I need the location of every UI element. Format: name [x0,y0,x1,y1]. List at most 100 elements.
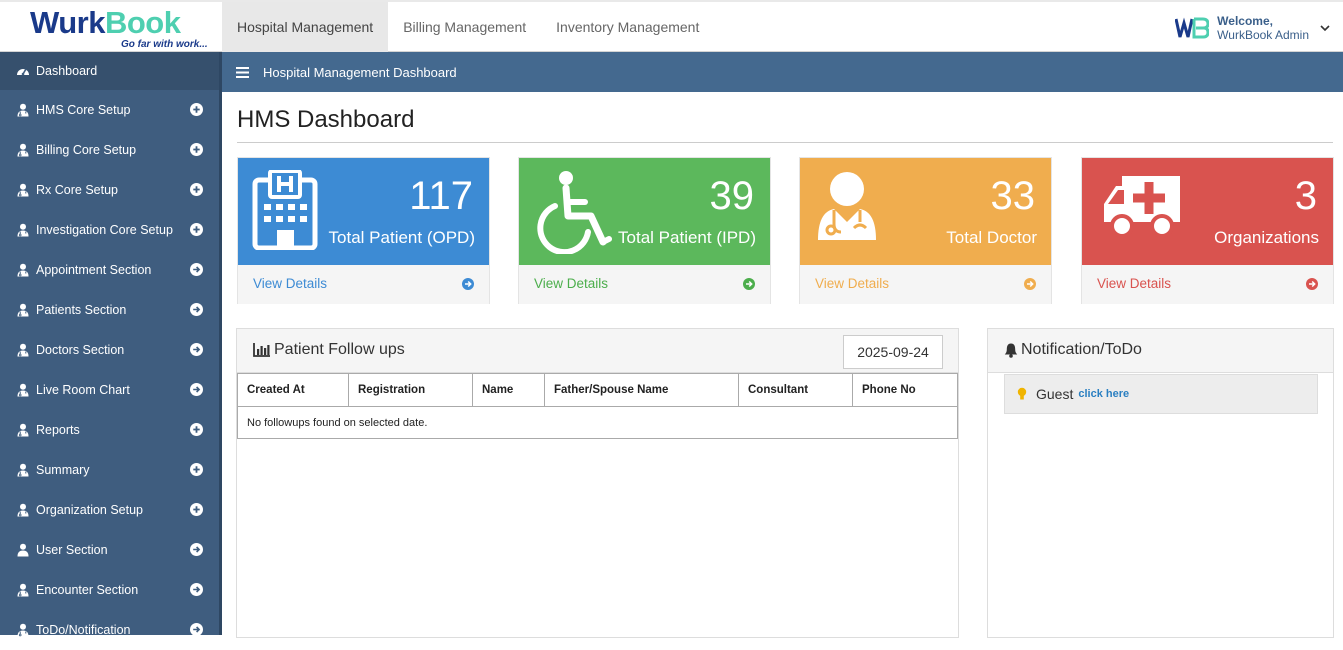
user-name: WurkBook Admin [1217,28,1309,42]
notification-header: Notification/ToDo [988,329,1333,373]
ipd-label: Total Patient (IPD) [618,228,756,247]
sidebar-item-dashboard[interactable]: Dashboard [0,52,219,90]
user-md-icon [17,223,29,237]
plus-circle-icon[interactable] [190,223,203,236]
col-consultant[interactable]: Consultant [738,373,853,407]
sidebar-item-summary[interactable]: Summary [0,450,219,490]
plus-circle-icon[interactable] [190,143,203,156]
click-here-link[interactable]: click here [1078,388,1129,400]
view-details-link[interactable]: View Details [253,276,327,291]
card-organizations: 3 Organizations View Details [1081,157,1334,304]
sidebar-item-label: HMS Core Setup [36,103,131,117]
sidebar-item-label: Live Room Chart [36,383,130,397]
view-details-link[interactable]: View Details [1097,276,1171,291]
plus-circle-icon[interactable] [190,423,203,436]
plus-circle-icon[interactable] [190,183,203,196]
doctor-label: Total Doctor [946,228,1037,247]
arrow-circle-right-icon[interactable] [190,383,203,396]
followups-table: Created At Registration Name Father/Spou… [237,373,958,439]
col-father-spouse-name[interactable]: Father/Spouse Name [544,373,739,407]
chevron-down-icon[interactable] [1319,22,1331,34]
followups-panel: Patient Follow ups 2025-09-24 Created At… [236,328,959,638]
user-md-icon [17,103,29,117]
main-bar-title: Hospital Management Dashboard [263,64,457,80]
followups-header: Patient Follow ups 2025-09-24 [237,329,958,373]
notification-title-text: Notification/ToDo [1021,341,1142,358]
tab-billing-management[interactable]: Billing Management [388,2,541,52]
arrow-circle-right-icon[interactable] [190,343,203,356]
view-details-link[interactable]: View Details [534,276,608,291]
sidebar-item-investigation-core-setup[interactable]: Investigation Core Setup [0,210,219,250]
col-created-at[interactable]: Created At [237,373,349,407]
user-greeting: Welcome, WurkBook Admin [1217,14,1309,42]
plus-circle-icon[interactable] [190,463,203,476]
user-md-icon [17,383,29,397]
sidebar-item-billing-core-setup[interactable]: Billing Core Setup [0,130,219,170]
hospital-icon [252,170,318,250]
arrow-circle-right-icon[interactable] [190,583,203,596]
top-header: WurkBook Go far with work... Hospital Ma… [0,0,1343,52]
ipd-view-details[interactable]: View Details [519,265,770,304]
user-menu[interactable]: Welcome, WurkBook Admin [1175,10,1331,46]
user-md-icon [17,583,29,597]
bar-chart-icon [253,343,270,357]
org-view-details[interactable]: View Details [1082,265,1333,304]
arrow-circle-right-icon[interactable] [190,623,203,636]
sidebar-item-label: Reports [36,423,80,437]
arrow-circle-right-icon[interactable] [190,543,203,556]
sidebar-item-organization-setup[interactable]: Organization Setup [0,490,219,530]
card-opd: 117 Total Patient (OPD) View Details [237,157,490,304]
notification-title: Notification/ToDo [1004,341,1142,359]
user-md-icon [17,463,29,477]
sidebar-item-user-section[interactable]: User Section [0,530,219,570]
plus-circle-icon[interactable] [190,103,203,116]
sidebar-item-label: Investigation Core Setup [36,223,173,237]
card-ipd: 39 Total Patient (IPD) View Details [518,157,771,304]
tab-inventory-management[interactable]: Inventory Management [541,2,714,52]
tab-hospital-management[interactable]: Hospital Management [222,2,389,52]
arrow-circle-right-icon [462,278,474,290]
arrow-circle-right-icon [743,278,755,290]
sidebar-item-reports[interactable]: Reports [0,410,219,450]
sidebar-item-hms-core-setup[interactable]: HMS Core Setup [0,90,219,130]
plus-circle-icon[interactable] [190,503,203,516]
card-doctor-body: 33 Total Doctor [800,158,1051,265]
user-md-icon [17,343,29,357]
sidebar-item-label: Appointment Section [36,263,152,277]
menu-toggle-icon[interactable] [236,66,249,78]
doctor-icon [818,172,876,240]
sidebar-item-encounter-section[interactable]: Encounter Section [0,570,219,610]
opd-label: Total Patient (OPD) [328,228,475,247]
followup-date-input[interactable]: 2025-09-24 [843,335,943,369]
sidebar-item-doctors-section[interactable]: Doctors Section [0,330,219,370]
user-md-icon [17,143,29,157]
brand-logo[interactable]: WurkBook Go far with work... [0,2,222,54]
sidebar-item-appointment-section[interactable]: Appointment Section [0,250,219,290]
empty-message: No followups found on selected date. [237,406,958,439]
doctor-view-details[interactable]: View Details [800,265,1051,304]
arrow-circle-right-icon[interactable] [190,263,203,276]
col-phone-no[interactable]: Phone No [852,373,958,407]
sidebar-item-rx-core-setup[interactable]: Rx Core Setup [0,170,219,210]
sidebar-item-todo-notification[interactable]: ToDo/Notification [0,610,219,650]
sidebar-item-label: Dashboard [36,64,98,78]
brand-tagline: Go far with work... [121,39,208,50]
sidebar: Dashboard HMS Core Setup Billing Core Setu… [0,52,222,637]
sidebar-item-label: Summary [36,463,90,477]
sidebar-item-live-room-chart[interactable]: Live Room Chart [0,370,219,410]
opd-view-details[interactable]: View Details [238,265,489,304]
sidebar-item-label: Doctors Section [36,343,125,357]
org-count: 3 [1294,174,1317,218]
col-registration[interactable]: Registration [348,373,473,407]
wurkbook-logo-icon [1175,17,1210,39]
followups-title-text: Patient Follow ups [274,341,405,358]
card-doctor: 33 Total Doctor View Details [799,157,1052,304]
arrow-circle-right-icon[interactable] [190,303,203,316]
followups-title: Patient Follow ups [253,341,405,359]
bell-icon [1004,343,1018,358]
org-label: Organizations [1214,228,1319,247]
sidebar-item-label: Billing Core Setup [36,143,137,157]
col-name[interactable]: Name [472,373,545,407]
view-details-link[interactable]: View Details [815,276,889,291]
sidebar-item-patients-section[interactable]: Patients Section [0,290,219,330]
